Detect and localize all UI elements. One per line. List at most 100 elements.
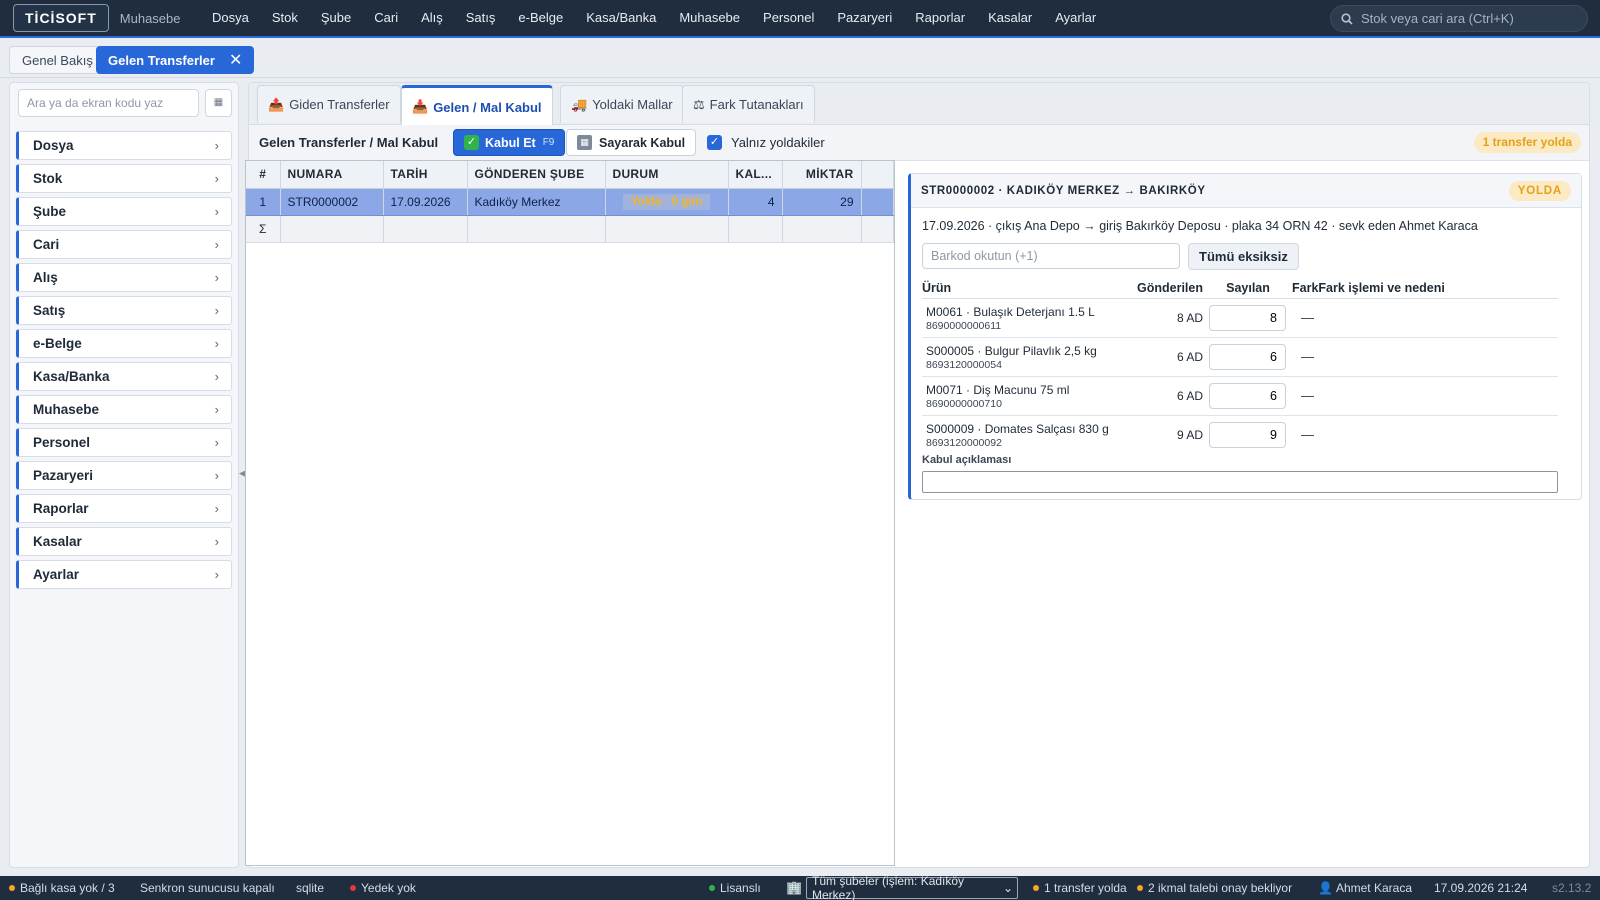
menu-cari[interactable]: Cari: [363, 0, 410, 36]
product-sent: 6 AD: [1134, 376, 1209, 416]
menu-pazaryeri[interactable]: Pazaryeri: [826, 0, 904, 36]
grid-header-row: # NUMARA TARİH GÖNDEREN ŞUBE DURUM KAL..…: [246, 161, 894, 189]
sidebar-item-label: Alış: [33, 270, 58, 285]
counted-input[interactable]: [1209, 382, 1286, 409]
note-input[interactable]: [922, 471, 1558, 493]
col-tarih[interactable]: TARİH: [383, 161, 468, 189]
tab-giden-transferler[interactable]: 📤 Giden Transferler: [257, 85, 401, 123]
menu-stok[interactable]: Stok: [260, 0, 309, 36]
close-icon[interactable]: ✕: [229, 50, 242, 70]
document-tabs: Genel Bakış Gelen Transferler ✕: [0, 40, 1600, 78]
grid-view-icon[interactable]: ▦: [205, 89, 232, 117]
calculator-icon: ▦: [577, 135, 592, 150]
count-accept-button[interactable]: ▦ Sayarak Kabul: [566, 129, 697, 156]
menu-raporlar[interactable]: Raporlar: [904, 0, 977, 36]
sidebar-item-ayarlar[interactable]: Ayarlar ›: [16, 560, 232, 589]
product-reason[interactable]: [1318, 415, 1558, 454]
col-kalem[interactable]: KAL...: [728, 161, 783, 189]
status-badge: YOLDA: [1508, 181, 1571, 201]
product-reason[interactable]: [1318, 337, 1558, 377]
menu-kasalar[interactable]: Kasalar: [977, 0, 1044, 36]
sidebar-item-personel[interactable]: Personel ›: [16, 428, 232, 457]
kasa-status: Bağlı kasa yok / 3: [9, 876, 115, 900]
sidebar-item-pazaryeri[interactable]: Pazaryeri ›: [16, 461, 232, 490]
col-reason: Fark işlemi ve nedeni: [1318, 278, 1558, 299]
doc-tab-genel-bakis[interactable]: Genel Bakış: [9, 46, 106, 74]
sidebar-item-satis[interactable]: Satış ›: [16, 296, 232, 325]
product-sent: 8 AD: [1134, 298, 1209, 338]
counted-input[interactable]: [1209, 343, 1286, 370]
col-durum[interactable]: DURUM: [605, 161, 729, 189]
menu-dosya[interactable]: Dosya: [201, 0, 261, 36]
sidebar-item-label: Dosya: [33, 138, 74, 153]
product-reason[interactable]: [1318, 298, 1558, 338]
user-status[interactable]: 👤 Ahmet Karaca: [1318, 876, 1412, 900]
menu-sube[interactable]: Şube: [309, 0, 362, 36]
product-barcode: 8690000000611: [926, 319, 1002, 332]
search-icon: [1341, 12, 1353, 25]
sidebar-item-raporlar[interactable]: Raporlar ›: [16, 494, 232, 523]
chevron-right-icon: ›: [214, 369, 219, 384]
barcode-input[interactable]: [922, 243, 1180, 269]
menu-ayarlar[interactable]: Ayarlar: [1044, 0, 1108, 36]
sidebar-item-label: Pazaryeri: [33, 468, 94, 483]
doc-tab-gelen-transferler[interactable]: Gelen Transferler ✕: [96, 46, 255, 74]
status-bar: Bağlı kasa yok / 3 Senkron sunucusu kapa…: [0, 874, 1600, 900]
cell-tarih: 17.09.2026: [383, 188, 468, 216]
sidebar-item-sube[interactable]: Şube ›: [16, 197, 232, 226]
global-search[interactable]: [1330, 5, 1588, 32]
global-search-input[interactable]: [1361, 11, 1571, 26]
sidebar-item-kasalar[interactable]: Kasalar ›: [16, 527, 232, 556]
product-name: M0061 · Bulaşık Deterjanı 1.5 L: [926, 304, 1095, 319]
menu-satis[interactable]: Satış: [454, 0, 507, 36]
menu-kasa-banka[interactable]: Kasa/Banka: [575, 0, 668, 36]
product-diff: —: [1287, 376, 1319, 416]
tab-gelen-mal-kabul[interactable]: 📥 Gelen / Mal Kabul: [401, 85, 553, 126]
tab-yoldaki-mallar[interactable]: 🚚 Yoldaki Mallar: [560, 85, 684, 123]
sync-status: Senkron sunucusu kapalı: [140, 881, 275, 895]
sidebar-item-kasa-banka[interactable]: Kasa/Banka ›: [16, 362, 232, 391]
accept-button[interactable]: ✓ Kabul Et F9: [453, 129, 566, 156]
sum-row: Σ: [246, 215, 894, 243]
sidebar-list: Dosya › Stok › Şube › Cari › Alış › Satış › e-…: [16, 131, 232, 593]
counted-input[interactable]: [1209, 304, 1286, 331]
col-index[interactable]: #: [246, 161, 281, 189]
table-row[interactable]: 1 STR0000002 17.09.2026 Kadıköy Merkez Y…: [246, 188, 894, 216]
transit-status[interactable]: 1 transfer yolda: [1033, 876, 1127, 900]
checkbox-checked-icon[interactable]: ✓: [707, 135, 722, 150]
col-gonderen-sube[interactable]: GÖNDEREN ŞUBE: [467, 161, 606, 189]
status-dot-icon: [709, 885, 715, 891]
sidebar-item-dosya[interactable]: Dosya ›: [16, 131, 232, 160]
sidebar-item-label: Kasa/Banka: [33, 369, 110, 384]
top-bar: TİCİSOFT Muhasebe Dosya Stok Şube Cari A…: [0, 0, 1600, 38]
sidebar-search-input[interactable]: [18, 89, 199, 117]
sidebar-item-muhasebe[interactable]: Muhasebe ›: [16, 395, 232, 424]
branch-select[interactable]: Tüm şubeler (işlem: Kadıköy Merkez) ⌄: [806, 874, 1018, 900]
app-logo[interactable]: TİCİSOFT: [13, 4, 109, 32]
product-reason[interactable]: [1318, 376, 1558, 416]
pending-status[interactable]: 2 ikmal talebi onay bekliyor: [1137, 876, 1292, 900]
product-sent: 6 AD: [1134, 337, 1209, 377]
tab-fark-tutanaklari[interactable]: ⚖ Fark Tutanakları: [682, 85, 815, 123]
menu-muhasebe[interactable]: Muhasebe: [668, 0, 752, 36]
tab-label: Giden Transferler: [289, 97, 390, 112]
col-miktar[interactable]: MİKTAR: [782, 161, 862, 189]
menu-alis[interactable]: Alış: [410, 0, 455, 36]
only-transit-label: Yalnız yoldakiler: [731, 135, 825, 150]
sidebar-item-alis[interactable]: Alış ›: [16, 263, 232, 292]
product-row: M0071 · Diş Macunu 75 ml 8690000000710 6 …: [922, 376, 1558, 416]
all-complete-button[interactable]: Tümü eksiksiz: [1188, 243, 1299, 270]
transit-status-text: 1 transfer yolda: [1044, 881, 1127, 895]
only-transit-filter[interactable]: ✓ Yalnız yoldakiler: [707, 135, 825, 150]
col-numara[interactable]: NUMARA: [280, 161, 384, 189]
menu-personel[interactable]: Personel: [752, 0, 826, 36]
sidebar-item-e-belge[interactable]: e-Belge ›: [16, 329, 232, 358]
sidebar-item-label: Personel: [33, 435, 91, 450]
chevron-right-icon: ›: [214, 402, 219, 417]
product-diff: —: [1287, 298, 1319, 338]
counted-input[interactable]: [1209, 421, 1286, 448]
sidebar-item-stok[interactable]: Stok ›: [16, 164, 232, 193]
menu-e-belge[interactable]: e-Belge: [507, 0, 575, 36]
sidebar-item-cari[interactable]: Cari ›: [16, 230, 232, 259]
sum-cell: [605, 215, 729, 243]
